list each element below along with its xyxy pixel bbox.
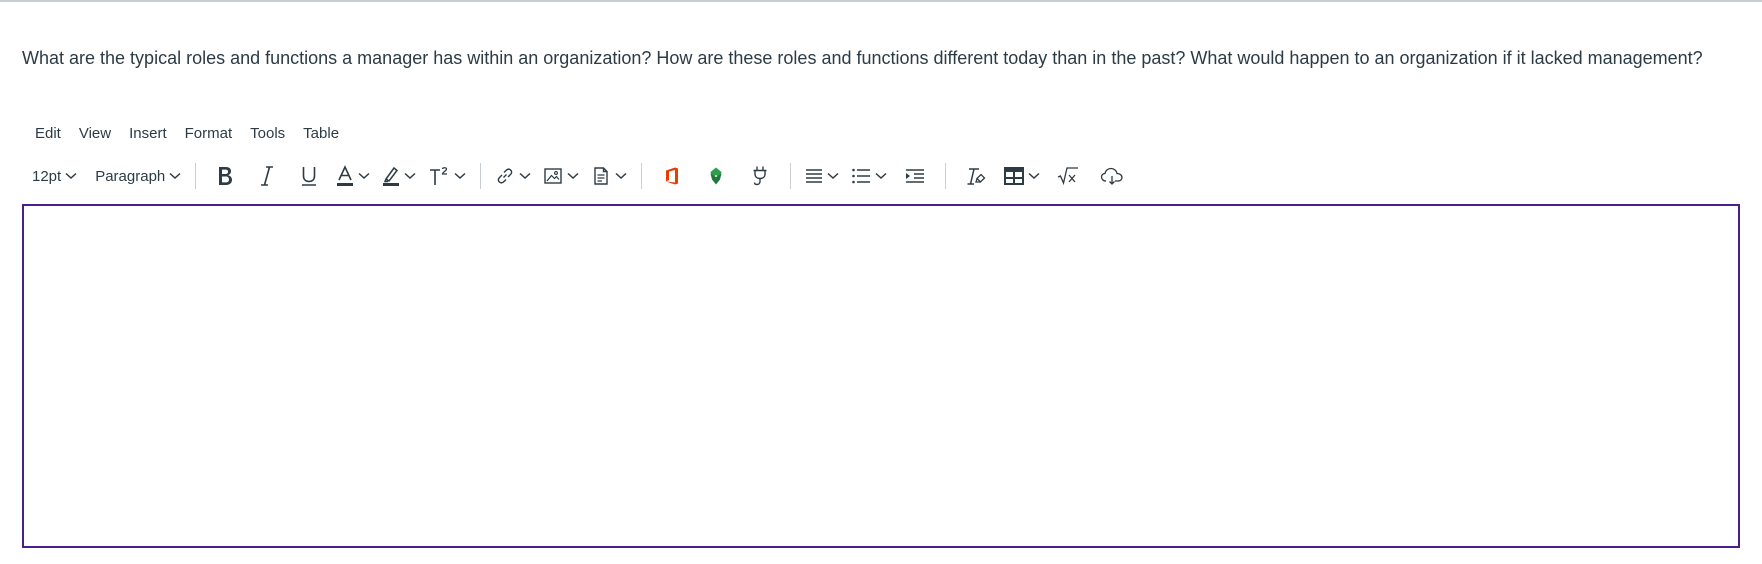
- chevron-down-icon: [454, 172, 466, 180]
- font-size-select[interactable]: 12pt: [26, 160, 83, 192]
- recycle-button[interactable]: [694, 160, 738, 192]
- chevron-down-icon: [404, 172, 416, 180]
- bullet-list-icon: [851, 167, 871, 185]
- font-size-value: 12pt: [32, 167, 62, 185]
- chevron-down-icon: [65, 172, 77, 180]
- editor-menubar: Edit View Insert Format Tools Table: [26, 120, 348, 146]
- text-color-button[interactable]: [330, 160, 376, 192]
- chevron-down-icon: [875, 172, 887, 180]
- toolbar-separator: [641, 163, 643, 189]
- underline-button[interactable]: [288, 160, 330, 192]
- image-icon: [543, 166, 563, 186]
- question-prompt: What are the typical roles and functions…: [22, 48, 1703, 68]
- office-icon: [664, 166, 680, 186]
- block-format-value: Paragraph: [95, 167, 166, 185]
- office-button[interactable]: [650, 160, 694, 192]
- chevron-down-icon: [358, 172, 370, 180]
- chevron-down-icon: [827, 172, 839, 180]
- clear-formatting-button[interactable]: [954, 160, 998, 192]
- equation-icon: [1057, 166, 1079, 186]
- link-icon: [495, 166, 515, 186]
- plug-icon: [750, 165, 770, 187]
- cloud-button[interactable]: [1090, 160, 1134, 192]
- menu-view[interactable]: View: [70, 121, 120, 146]
- menu-tools[interactable]: Tools: [241, 121, 294, 146]
- bullet-list-button[interactable]: [845, 160, 893, 192]
- menu-table[interactable]: Table: [294, 121, 348, 146]
- highlight-icon: [382, 165, 400, 187]
- image-button[interactable]: [537, 160, 585, 192]
- table-icon: [1004, 167, 1025, 185]
- editor-toolbar: 12pt Paragraph: [26, 160, 1134, 192]
- underline-icon: [300, 165, 318, 187]
- toolbar-separator: [945, 163, 947, 189]
- italic-icon: [259, 165, 275, 187]
- equation-button[interactable]: [1046, 160, 1090, 192]
- indent-button[interactable]: [893, 160, 937, 192]
- menu-edit[interactable]: Edit: [26, 121, 70, 146]
- superscript-button[interactable]: [422, 160, 472, 192]
- align-button[interactable]: [799, 160, 845, 192]
- chevron-down-icon: [519, 172, 531, 180]
- chevron-down-icon: [615, 172, 627, 180]
- text-color-icon: [336, 165, 354, 187]
- menu-format[interactable]: Format: [176, 121, 242, 146]
- superscript-icon: [428, 165, 450, 187]
- italic-button[interactable]: [246, 160, 288, 192]
- menu-insert[interactable]: Insert: [120, 121, 176, 146]
- table-button[interactable]: [998, 160, 1046, 192]
- bold-icon: [216, 165, 234, 187]
- indent-icon: [905, 167, 925, 185]
- block-format-select[interactable]: Paragraph: [89, 160, 187, 192]
- document-icon: [591, 166, 611, 186]
- rich-text-editor-area[interactable]: [22, 204, 1740, 548]
- link-button[interactable]: [489, 160, 537, 192]
- align-icon: [805, 167, 823, 185]
- recycle-icon: [706, 166, 726, 186]
- plugin-button[interactable]: [738, 160, 782, 192]
- toolbar-separator: [480, 163, 482, 189]
- highlight-button[interactable]: [376, 160, 422, 192]
- chevron-down-icon: [169, 172, 181, 180]
- chevron-down-icon: [1028, 172, 1040, 180]
- document-button[interactable]: [585, 160, 633, 192]
- bold-button[interactable]: [204, 160, 246, 192]
- toolbar-separator: [195, 163, 197, 189]
- clear-formatting-icon: [966, 166, 986, 186]
- cloud-icon: [1100, 166, 1124, 186]
- toolbar-separator: [790, 163, 792, 189]
- chevron-down-icon: [567, 172, 579, 180]
- top-divider: [0, 0, 1762, 2]
